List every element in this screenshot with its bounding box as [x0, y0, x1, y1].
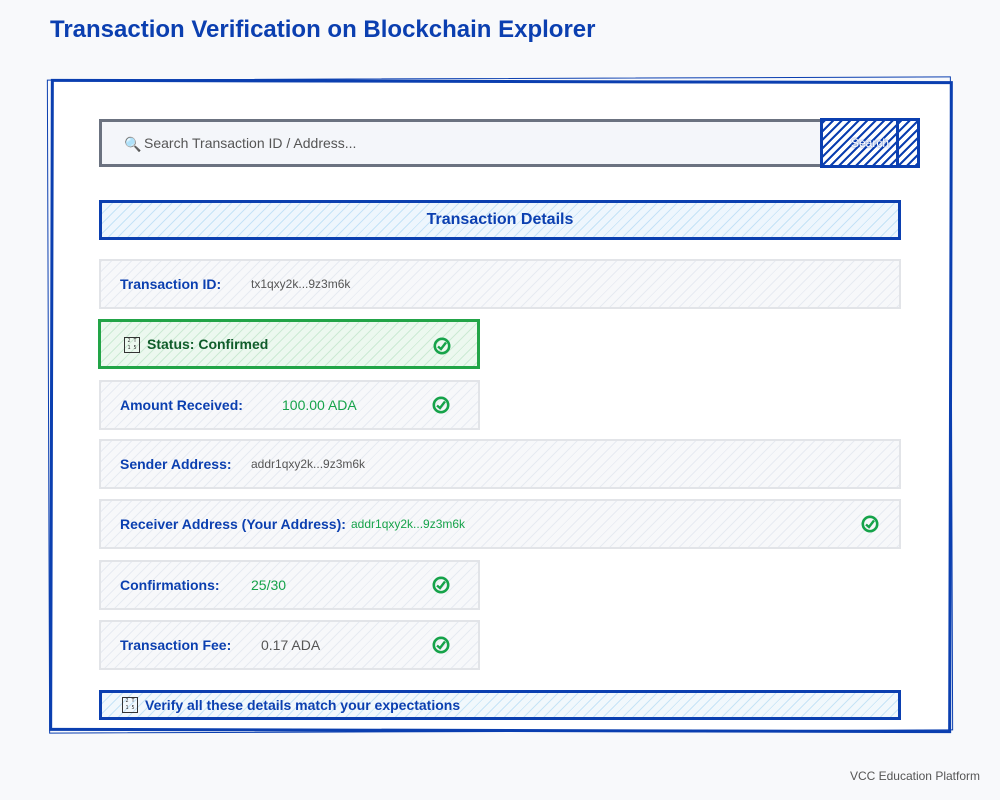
check-icon	[861, 515, 879, 533]
transaction-fee-row: Transaction Fee: 0.17 ADA	[99, 620, 480, 670]
testnet-emoji-icon: 2 T1 5	[122, 697, 138, 713]
sender-address-row: Sender Address: addr1qxy2k...9z3m6k	[99, 439, 901, 489]
footer-credit: VCC Education Platform	[849, 769, 980, 783]
sender-address-label: Sender Address:	[120, 456, 232, 472]
transaction-id-value[interactable]: tx1qxy2k...9z3m6k	[251, 261, 350, 307]
testnet-emoji-icon: 2 T1 5	[124, 337, 140, 353]
status-row: 2 T1 5 Status: Confirmed	[98, 319, 480, 369]
search-button-label: Search	[850, 136, 890, 150]
confirmations-label: Confirmations:	[120, 577, 220, 593]
search-input[interactable]	[144, 122, 804, 164]
search-button[interactable]: Search	[820, 118, 920, 168]
sender-address-value[interactable]: addr1qxy2k...9z3m6k	[251, 441, 365, 487]
transaction-id-label: Transaction ID:	[120, 276, 222, 292]
check-icon	[433, 337, 451, 355]
amount-received-row: Amount Received: 100.00 ADA	[99, 380, 480, 430]
transaction-fee-value: 0.17 ADA	[261, 637, 321, 653]
page-title: Transaction Verification on Blockchain E…	[50, 16, 596, 43]
transaction-fee-label: Transaction Fee:	[120, 637, 232, 653]
check-icon	[432, 636, 450, 654]
transaction-details-header: Transaction Details	[99, 200, 901, 240]
amount-received-value: 100.00 ADA	[282, 397, 357, 413]
search-bar: 🔍	[99, 119, 919, 167]
amount-received-label: Amount Received:	[120, 397, 243, 413]
receiver-address-value[interactable]: addr1qxy2k...9z3m6k	[351, 501, 465, 547]
verify-text: Verify all these details match your expe…	[145, 697, 461, 713]
confirmations-value: 25/30	[251, 577, 287, 593]
receiver-address-row: Receiver Address (Your Address): addr1qx…	[99, 499, 901, 549]
verify-banner: 2 T1 5 Verify all these details match yo…	[99, 690, 901, 720]
confirmations-row: Confirmations: 25/30	[99, 560, 480, 610]
transaction-id-row: Transaction ID: tx1qxy2k...9z3m6k	[99, 259, 901, 309]
check-icon	[432, 396, 450, 414]
receiver-address-label: Receiver Address (Your Address):	[120, 516, 346, 532]
check-icon	[432, 576, 450, 594]
magnifier-icon: 🔍	[124, 136, 142, 152]
status-label: Status: Confirmed	[147, 336, 269, 352]
